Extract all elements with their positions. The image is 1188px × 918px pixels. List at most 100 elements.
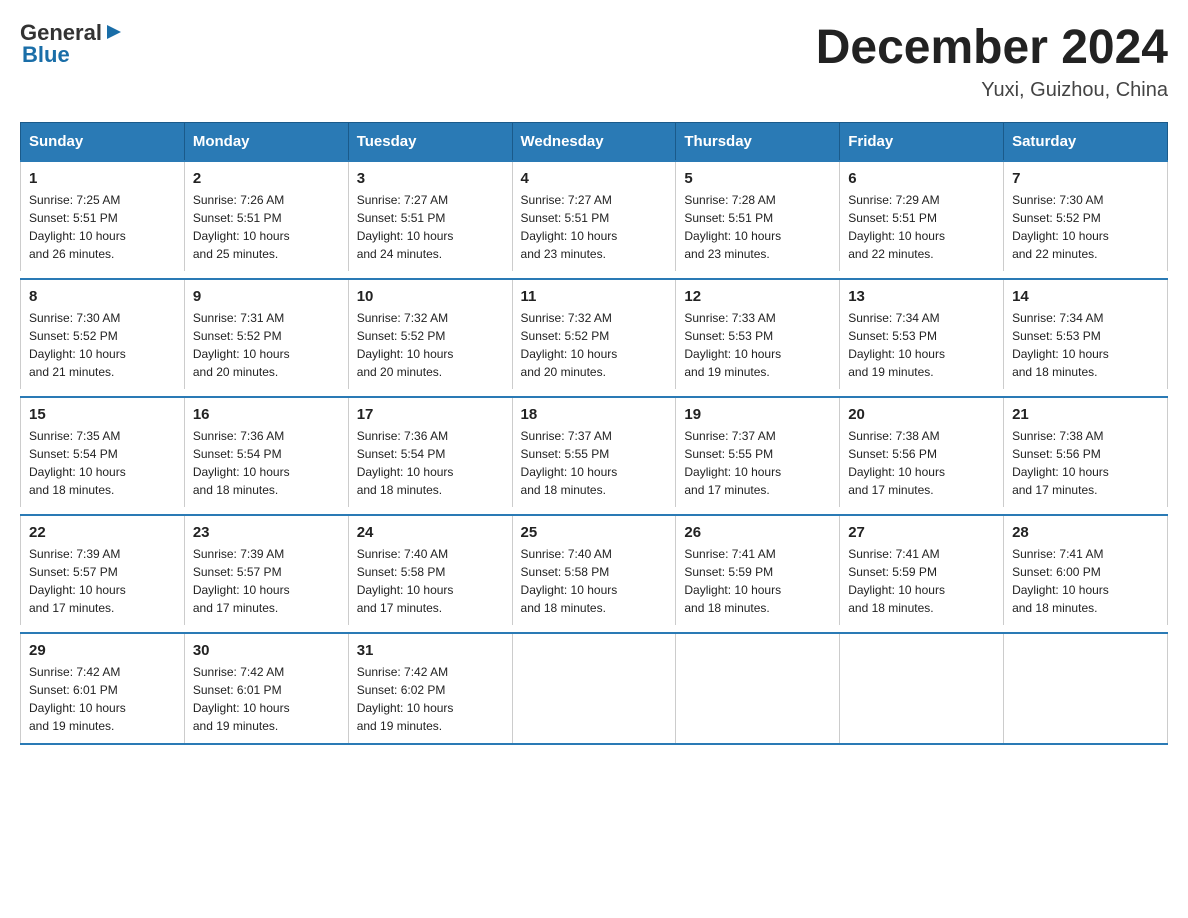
day-number: 18 — [521, 406, 668, 423]
calendar-cell: 26 Sunrise: 7:41 AM Sunset: 5:59 PM Dayl… — [676, 515, 840, 625]
day-number: 27 — [848, 524, 995, 541]
day-number: 22 — [29, 524, 176, 541]
day-info: Sunrise: 7:28 AM Sunset: 5:51 PM Dayligh… — [684, 191, 831, 263]
calendar-cell: 10 Sunrise: 7:32 AM Sunset: 5:52 PM Dayl… — [348, 279, 512, 389]
calendar-cell — [512, 633, 676, 744]
day-number: 19 — [684, 406, 831, 423]
day-info: Sunrise: 7:39 AM Sunset: 5:57 PM Dayligh… — [29, 545, 176, 617]
logo-blue-text: Blue — [22, 42, 123, 68]
calendar-cell: 21 Sunrise: 7:38 AM Sunset: 5:56 PM Dayl… — [1004, 397, 1168, 507]
day-number: 30 — [193, 642, 340, 659]
calendar-cell: 5 Sunrise: 7:28 AM Sunset: 5:51 PM Dayli… — [676, 161, 840, 271]
calendar-cell: 24 Sunrise: 7:40 AM Sunset: 5:58 PM Dayl… — [348, 515, 512, 625]
calendar-cell: 25 Sunrise: 7:40 AM Sunset: 5:58 PM Dayl… — [512, 515, 676, 625]
calendar-cell: 14 Sunrise: 7:34 AM Sunset: 5:53 PM Dayl… — [1004, 279, 1168, 389]
day-number: 4 — [521, 170, 668, 187]
day-number: 12 — [684, 288, 831, 305]
day-number: 15 — [29, 406, 176, 423]
day-number: 31 — [357, 642, 504, 659]
day-number: 17 — [357, 406, 504, 423]
day-info: Sunrise: 7:34 AM Sunset: 5:53 PM Dayligh… — [1012, 309, 1159, 381]
calendar-cell: 18 Sunrise: 7:37 AM Sunset: 5:55 PM Dayl… — [512, 397, 676, 507]
calendar-cell: 15 Sunrise: 7:35 AM Sunset: 5:54 PM Dayl… — [21, 397, 185, 507]
calendar-cell: 29 Sunrise: 7:42 AM Sunset: 6:01 PM Dayl… — [21, 633, 185, 744]
calendar-week-5: 29 Sunrise: 7:42 AM Sunset: 6:01 PM Dayl… — [21, 633, 1168, 744]
header-saturday: Saturday — [1004, 123, 1168, 162]
day-number: 20 — [848, 406, 995, 423]
header-tuesday: Tuesday — [348, 123, 512, 162]
day-info: Sunrise: 7:39 AM Sunset: 5:57 PM Dayligh… — [193, 545, 340, 617]
calendar-week-4: 22 Sunrise: 7:39 AM Sunset: 5:57 PM Dayl… — [21, 515, 1168, 625]
day-info: Sunrise: 7:32 AM Sunset: 5:52 PM Dayligh… — [521, 309, 668, 381]
calendar-cell: 28 Sunrise: 7:41 AM Sunset: 6:00 PM Dayl… — [1004, 515, 1168, 625]
day-info: Sunrise: 7:37 AM Sunset: 5:55 PM Dayligh… — [521, 427, 668, 499]
day-info: Sunrise: 7:30 AM Sunset: 5:52 PM Dayligh… — [29, 309, 176, 381]
calendar-cell: 3 Sunrise: 7:27 AM Sunset: 5:51 PM Dayli… — [348, 161, 512, 271]
page-header: General Blue December 2024 Yuxi, Guizhou… — [20, 20, 1168, 102]
header-wednesday: Wednesday — [512, 123, 676, 162]
calendar-table: SundayMondayTuesdayWednesdayThursdayFrid… — [20, 122, 1168, 745]
main-title: December 2024 — [816, 20, 1168, 75]
calendar-cell — [676, 633, 840, 744]
day-number: 7 — [1012, 170, 1159, 187]
day-number: 11 — [521, 288, 668, 305]
day-number: 21 — [1012, 406, 1159, 423]
day-number: 10 — [357, 288, 504, 305]
calendar-cell: 8 Sunrise: 7:30 AM Sunset: 5:52 PM Dayli… — [21, 279, 185, 389]
day-info: Sunrise: 7:35 AM Sunset: 5:54 PM Dayligh… — [29, 427, 176, 499]
day-info: Sunrise: 7:40 AM Sunset: 5:58 PM Dayligh… — [521, 545, 668, 617]
day-number: 25 — [521, 524, 668, 541]
calendar-cell: 1 Sunrise: 7:25 AM Sunset: 5:51 PM Dayli… — [21, 161, 185, 271]
day-number: 6 — [848, 170, 995, 187]
calendar-cell: 30 Sunrise: 7:42 AM Sunset: 6:01 PM Dayl… — [184, 633, 348, 744]
day-number: 8 — [29, 288, 176, 305]
day-number: 2 — [193, 170, 340, 187]
day-number: 24 — [357, 524, 504, 541]
day-info: Sunrise: 7:34 AM Sunset: 5:53 PM Dayligh… — [848, 309, 995, 381]
day-info: Sunrise: 7:42 AM Sunset: 6:02 PM Dayligh… — [357, 663, 504, 735]
day-info: Sunrise: 7:41 AM Sunset: 6:00 PM Dayligh… — [1012, 545, 1159, 617]
day-info: Sunrise: 7:31 AM Sunset: 5:52 PM Dayligh… — [193, 309, 340, 381]
spacer-row-3 — [21, 507, 1168, 515]
day-number: 9 — [193, 288, 340, 305]
calendar-header-row: SundayMondayTuesdayWednesdayThursdayFrid… — [21, 123, 1168, 162]
day-info: Sunrise: 7:33 AM Sunset: 5:53 PM Dayligh… — [684, 309, 831, 381]
day-info: Sunrise: 7:37 AM Sunset: 5:55 PM Dayligh… — [684, 427, 831, 499]
spacer-row-1 — [21, 271, 1168, 279]
header-monday: Monday — [184, 123, 348, 162]
day-info: Sunrise: 7:30 AM Sunset: 5:52 PM Dayligh… — [1012, 191, 1159, 263]
day-info: Sunrise: 7:32 AM Sunset: 5:52 PM Dayligh… — [357, 309, 504, 381]
calendar-cell: 23 Sunrise: 7:39 AM Sunset: 5:57 PM Dayl… — [184, 515, 348, 625]
calendar-week-3: 15 Sunrise: 7:35 AM Sunset: 5:54 PM Dayl… — [21, 397, 1168, 507]
calendar-cell — [1004, 633, 1168, 744]
day-number: 14 — [1012, 288, 1159, 305]
day-info: Sunrise: 7:41 AM Sunset: 5:59 PM Dayligh… — [848, 545, 995, 617]
header-friday: Friday — [840, 123, 1004, 162]
calendar-cell: 17 Sunrise: 7:36 AM Sunset: 5:54 PM Dayl… — [348, 397, 512, 507]
day-info: Sunrise: 7:40 AM Sunset: 5:58 PM Dayligh… — [357, 545, 504, 617]
calendar-cell: 31 Sunrise: 7:42 AM Sunset: 6:02 PM Dayl… — [348, 633, 512, 744]
calendar-cell: 4 Sunrise: 7:27 AM Sunset: 5:51 PM Dayli… — [512, 161, 676, 271]
header-sunday: Sunday — [21, 123, 185, 162]
day-number: 23 — [193, 524, 340, 541]
day-number: 28 — [1012, 524, 1159, 541]
calendar-cell: 16 Sunrise: 7:36 AM Sunset: 5:54 PM Dayl… — [184, 397, 348, 507]
day-number: 29 — [29, 642, 176, 659]
calendar-cell: 12 Sunrise: 7:33 AM Sunset: 5:53 PM Dayl… — [676, 279, 840, 389]
calendar-cell: 2 Sunrise: 7:26 AM Sunset: 5:51 PM Dayli… — [184, 161, 348, 271]
day-info: Sunrise: 7:26 AM Sunset: 5:51 PM Dayligh… — [193, 191, 340, 263]
day-number: 5 — [684, 170, 831, 187]
day-info: Sunrise: 7:38 AM Sunset: 5:56 PM Dayligh… — [848, 427, 995, 499]
calendar-cell: 9 Sunrise: 7:31 AM Sunset: 5:52 PM Dayli… — [184, 279, 348, 389]
day-info: Sunrise: 7:38 AM Sunset: 5:56 PM Dayligh… — [1012, 427, 1159, 499]
calendar-week-2: 8 Sunrise: 7:30 AM Sunset: 5:52 PM Dayli… — [21, 279, 1168, 389]
day-info: Sunrise: 7:42 AM Sunset: 6:01 PM Dayligh… — [29, 663, 176, 735]
day-number: 16 — [193, 406, 340, 423]
calendar-cell: 7 Sunrise: 7:30 AM Sunset: 5:52 PM Dayli… — [1004, 161, 1168, 271]
day-info: Sunrise: 7:29 AM Sunset: 5:51 PM Dayligh… — [848, 191, 995, 263]
day-number: 3 — [357, 170, 504, 187]
header-thursday: Thursday — [676, 123, 840, 162]
calendar-cell: 6 Sunrise: 7:29 AM Sunset: 5:51 PM Dayli… — [840, 161, 1004, 271]
calendar-cell: 22 Sunrise: 7:39 AM Sunset: 5:57 PM Dayl… — [21, 515, 185, 625]
logo: General Blue — [20, 20, 123, 68]
